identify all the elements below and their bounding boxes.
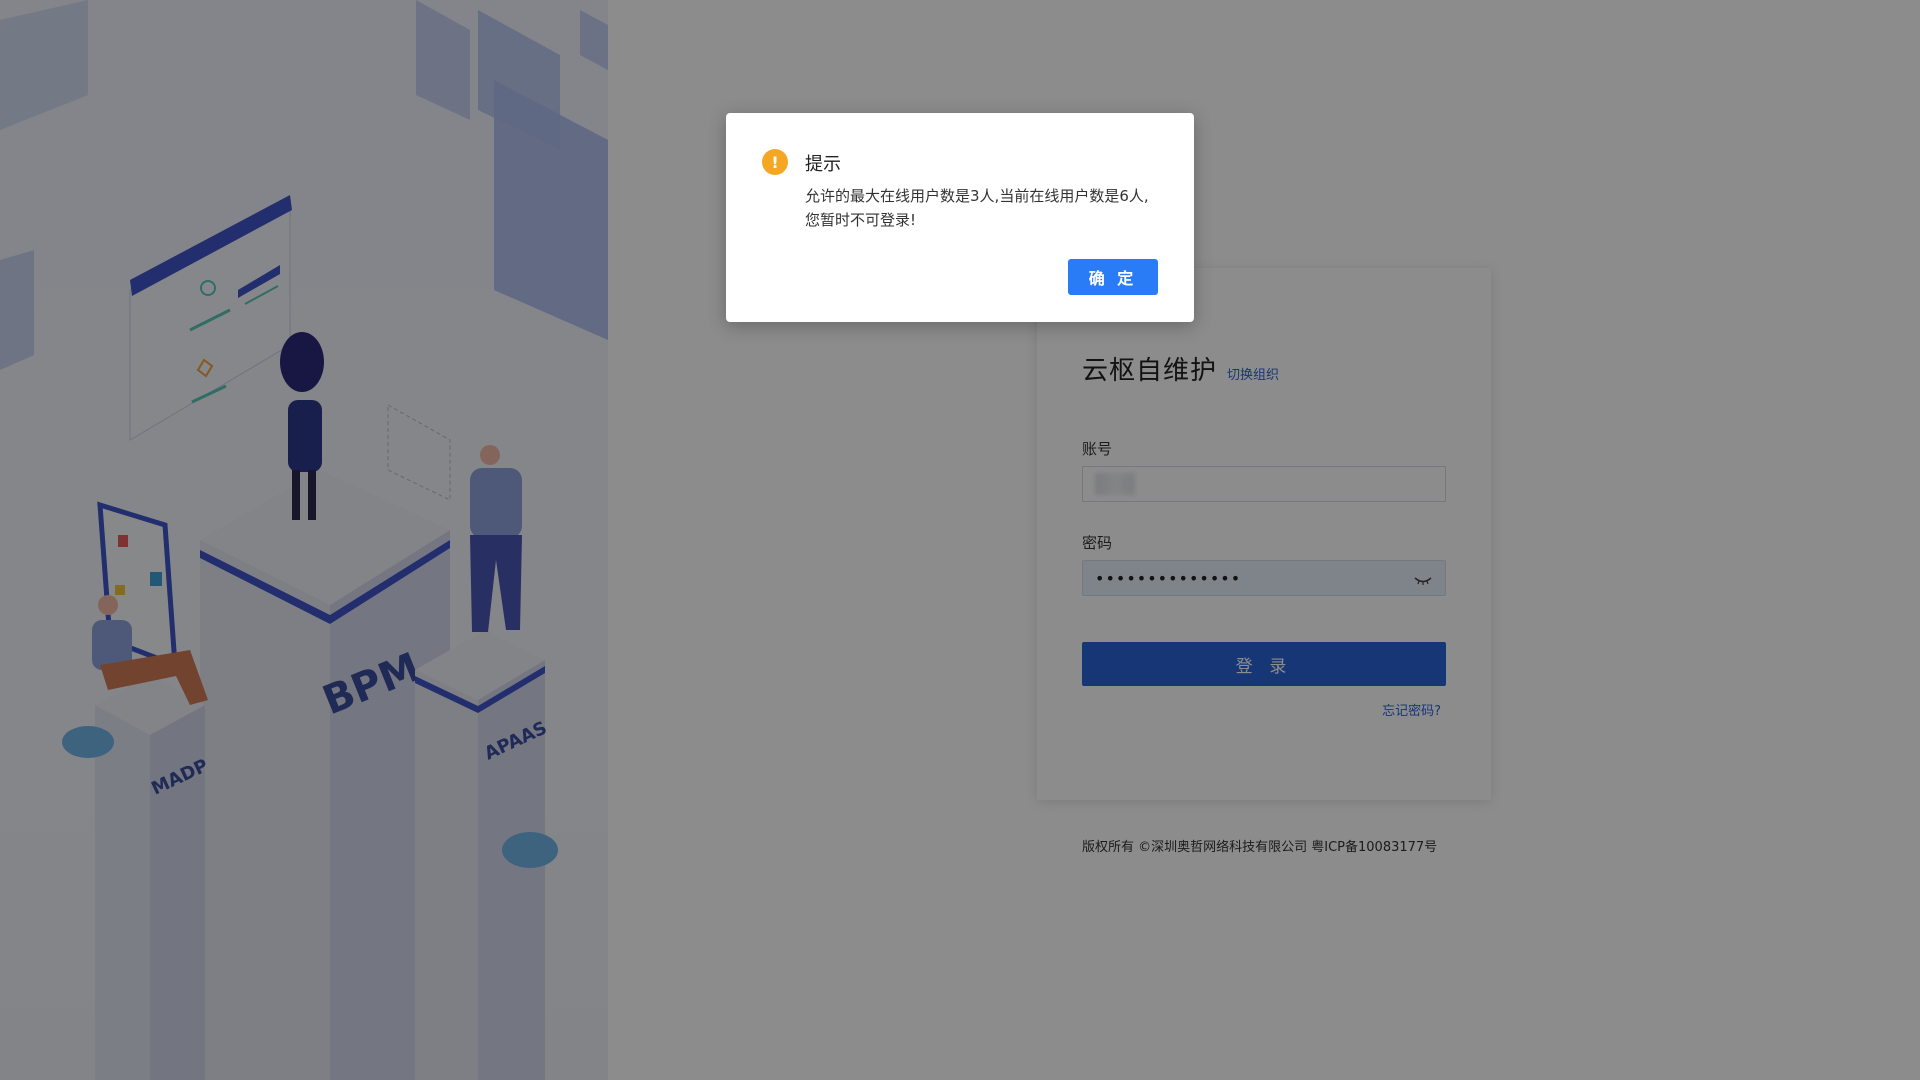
dialog-message: 允许的最大在线用户数是3人,当前在线用户数是6人,您暂时不可登录!: [805, 187, 1149, 229]
alert-dialog: ! 提示 允许的最大在线用户数是3人,当前在线用户数是6人,您暂时不可登录! 确…: [726, 113, 1194, 322]
warning-icon: !: [762, 149, 788, 175]
confirm-button[interactable]: 确 定: [1068, 259, 1158, 295]
dialog-title: 提示: [805, 154, 841, 175]
